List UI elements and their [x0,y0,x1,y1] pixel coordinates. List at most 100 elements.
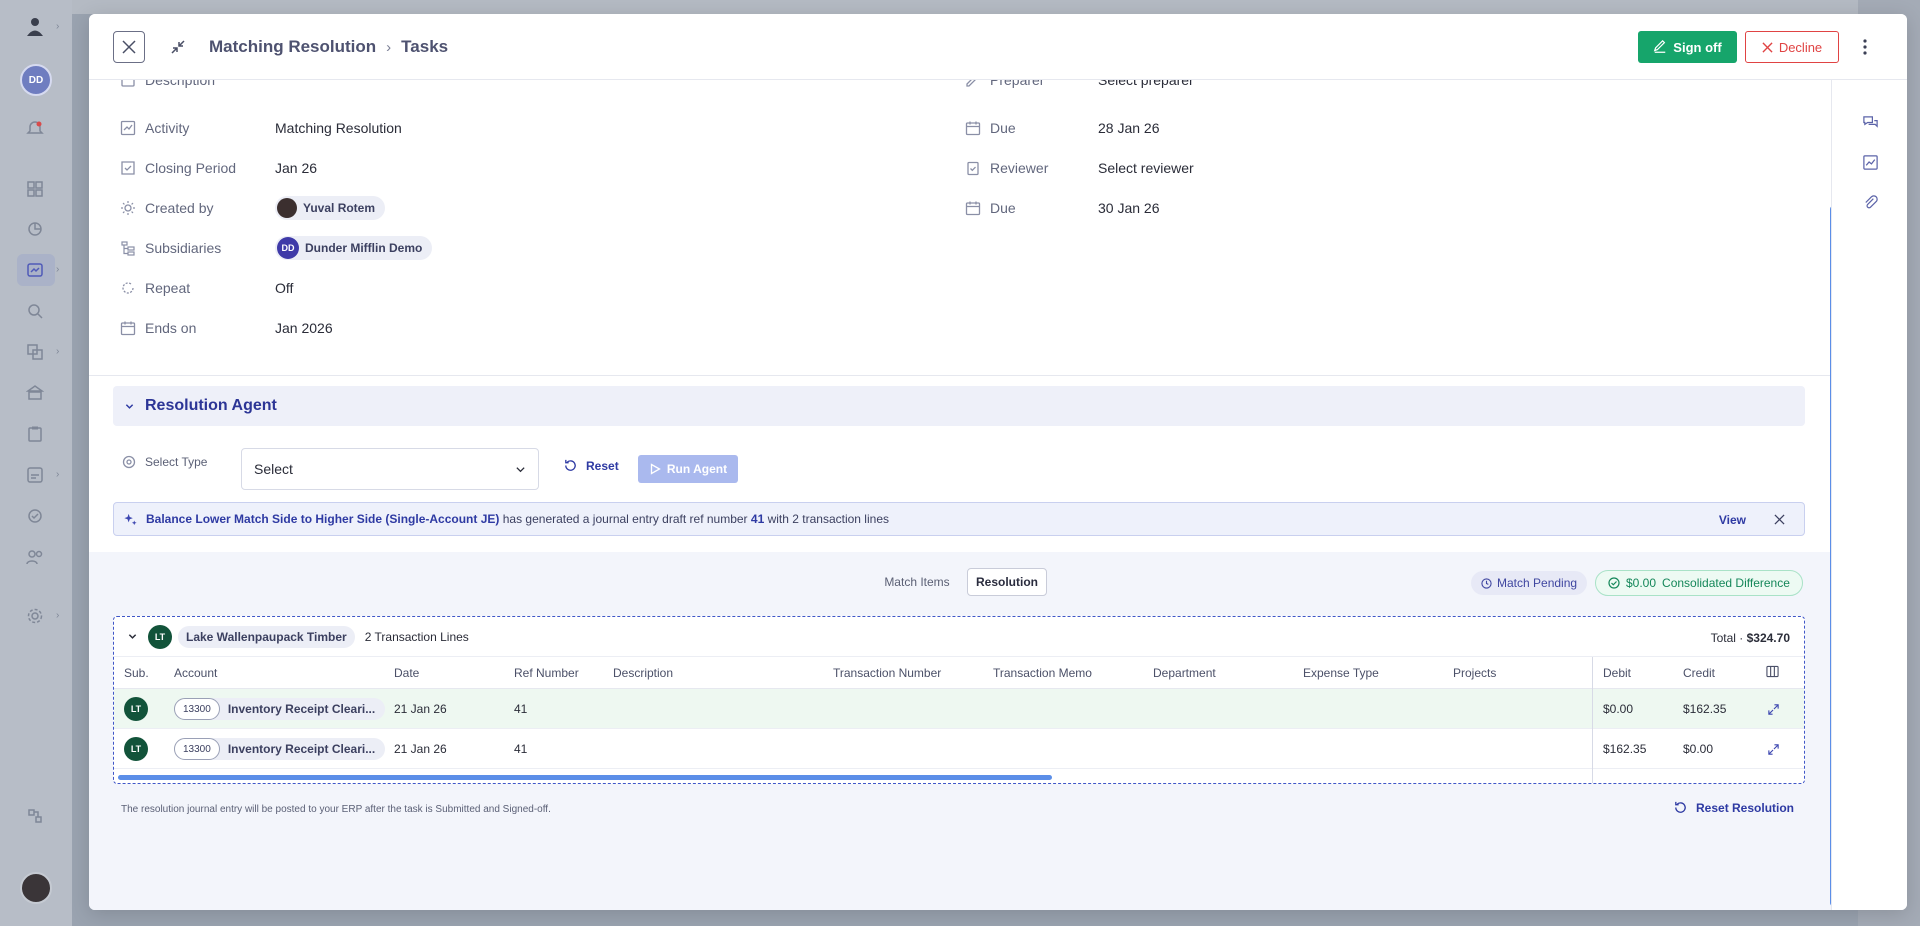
due-value[interactable]: 30 Jan 26 [1098,200,1160,216]
comments-icon[interactable] [1860,112,1880,132]
banner-text-2: with 2 transaction lines [767,512,889,526]
field-activity: Activity Matching Resolution [119,116,402,140]
field-repeat: Repeat Off [119,276,293,300]
banner-view-link[interactable]: View [1719,513,1746,527]
creator-chip[interactable]: Yuval Rotem [275,196,386,220]
breadcrumb-current: Tasks [401,37,449,56]
table-row[interactable]: LT 13300 Inventory Receipt Cleari... 21 J… [114,729,1804,769]
integrations-icon[interactable] [24,805,46,827]
ends-on-value[interactable]: Jan 2026 [275,320,333,336]
table-header: Sub. Account Date Ref Number Description… [114,657,1804,689]
close-button[interactable] [113,31,145,63]
collapse-button[interactable] [167,36,189,58]
tasks-icon[interactable] [24,259,46,281]
app-logo-icon[interactable] [22,14,48,40]
reviewer-value[interactable]: Select reviewer [1098,160,1194,176]
col-transaction-memo[interactable]: Transaction Memo [993,666,1092,680]
tab-resolution[interactable]: Resolution [967,568,1047,596]
col-expense-type[interactable]: Expense Type [1303,666,1379,680]
preparer-label: Preparer [990,80,1045,88]
run-agent-button[interactable]: Run Agent [638,455,738,483]
banner-close-icon[interactable] [1772,512,1786,526]
reconcile-chevron-icon[interactable]: › [56,347,66,357]
difference-label: Consolidated Difference [1662,576,1790,590]
subsidiary-chip[interactable]: DD Dunder Mifflin Demo [275,236,433,260]
activity-chart-icon[interactable] [1860,152,1880,172]
due-value[interactable]: 28 Jan 26 [1098,120,1160,136]
date-cell: 21 Jan 26 [394,742,447,756]
attachment-icon[interactable] [1860,192,1880,212]
account-chip[interactable]: 13300 Inventory Receipt Cleari... [174,738,386,760]
minimize-arrows-icon [171,40,185,54]
preparer-value[interactable]: Select preparer [1098,80,1194,88]
subsidiary-name: Dunder Mifflin Demo [305,241,423,255]
search-doc-icon[interactable] [24,300,46,322]
org-avatar[interactable]: DD [20,64,52,96]
team-icon[interactable] [24,546,46,568]
decline-label: Decline [1778,39,1823,55]
more-options-button[interactable] [1853,35,1877,59]
chevron-right-icon: › [386,38,392,56]
sticky-amount-columns [1592,657,1804,783]
banner-message: Balance Lower Match Side to Higher Side … [146,512,889,526]
reset-icon [1675,801,1686,813]
reports-icon[interactable] [24,464,46,486]
col-account[interactable]: Account [174,666,217,680]
col-projects[interactable]: Projects [1453,666,1496,680]
consolidated-difference-badge: $0.00 Consolidated Difference [1595,570,1803,596]
ends-on-label: Ends on [145,320,197,336]
col-date[interactable]: Date [394,666,419,680]
closing-period-label: Closing Period [145,160,237,176]
modal-body: Description Preparer Select preparer Act… [89,80,1831,910]
agent-type-select[interactable]: Select [241,448,539,490]
vendor-chip[interactable]: Lake Wallenpaupack Timber [178,625,355,648]
reconcile-icon[interactable] [24,341,46,363]
field-reviewer[interactable]: Reviewer Select reviewer [964,156,1194,180]
dashboard-icon[interactable] [24,178,46,200]
field-due-reviewer[interactable]: Due 30 Jan 26 [964,196,1160,220]
group-total: Total · $324.70 [1711,631,1790,645]
account-chip[interactable]: 13300 Inventory Receipt Cleari... [174,698,386,720]
notifications-icon[interactable] [24,118,46,140]
bank-icon[interactable] [24,382,46,404]
decline-button[interactable]: Decline [1745,31,1839,63]
account-name: Inventory Receipt Cleari... [227,742,376,756]
col-description[interactable]: Description [613,666,673,680]
more-vertical-icon [1863,39,1867,55]
col-ref-number[interactable]: Ref Number [514,666,579,680]
tab-match-items[interactable]: Match Items [877,568,957,596]
sign-off-button[interactable]: Sign off [1638,31,1737,63]
compliance-icon[interactable] [24,505,46,527]
user-avatar[interactable] [20,872,52,904]
col-sub[interactable]: Sub. [124,666,149,680]
calendar-icon [964,199,982,217]
activity-label: Activity [145,120,190,136]
total-label: Total · [1710,631,1744,645]
posting-note: The resolution journal entry will be pos… [121,804,551,815]
subsidiary-avatar: DD [277,237,299,259]
col-transaction-number[interactable]: Transaction Number [833,666,941,680]
settings-gear-icon[interactable] [24,605,46,627]
banner-ref: 41 [750,512,765,526]
field-description: Description [119,80,253,92]
field-due-preparer[interactable]: Due 28 Jan 26 [964,116,1160,140]
field-subsidiaries: Subsidiaries DD Dunder Mifflin Demo [119,236,433,260]
group-header[interactable]: LT Lake Wallenpaupack Timber 2 Transacti… [114,617,1804,657]
reports-chevron-icon[interactable]: › [56,470,66,480]
reset-button[interactable]: Reset [563,458,619,473]
analytics-icon[interactable] [24,218,46,240]
settings-chevron-icon[interactable]: › [56,611,66,621]
table-row[interactable]: LT 13300 Inventory Receipt Cleari... 21 J… [114,689,1804,729]
clipboard-icon[interactable] [24,423,46,445]
field-preparer[interactable]: Preparer Select preparer [964,80,1194,92]
col-department[interactable]: Department [1153,666,1216,680]
tasks-chevron-icon[interactable]: › [56,265,66,275]
repeat-value[interactable]: Off [275,280,293,296]
breadcrumb-parent[interactable]: Matching Resolution [209,37,376,57]
resolution-agent-header[interactable]: Resolution Agent [113,386,1805,426]
chevron-down-icon[interactable] [126,631,138,643]
reset-resolution-button[interactable]: Reset Resolution [1673,800,1794,815]
agent-result-banner: Balance Lower Match Side to Higher Side … [113,502,1805,536]
horizontal-scrollbar[interactable] [118,775,1052,780]
sidebar-expand-chevron-icon[interactable]: › [56,22,66,32]
